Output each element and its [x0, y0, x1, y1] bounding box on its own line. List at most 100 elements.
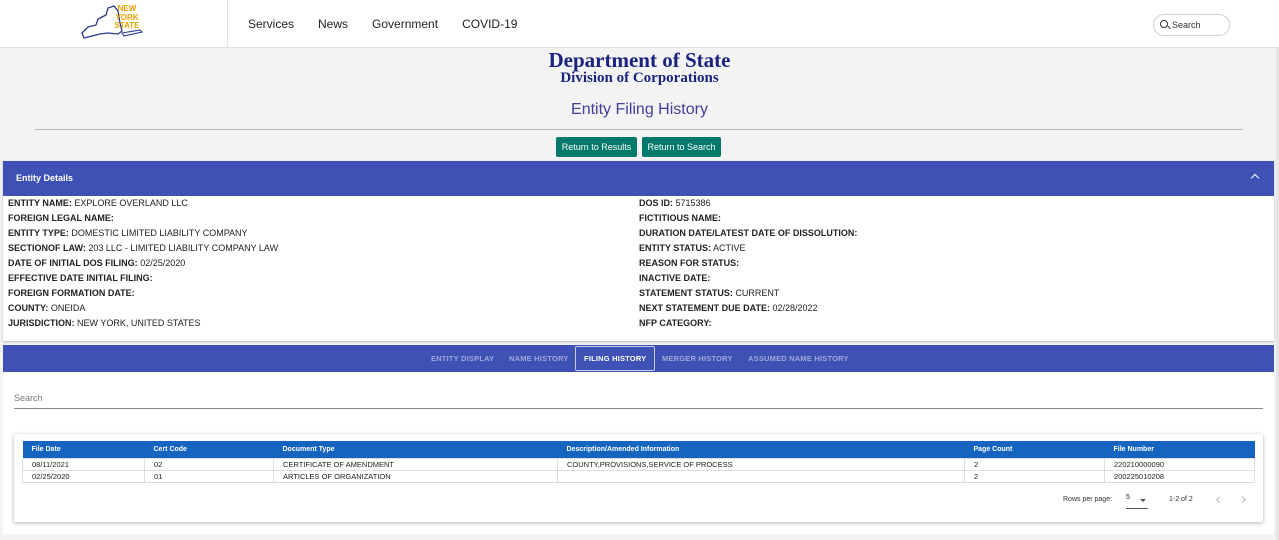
table-cell: [557, 469, 965, 483]
tab-entity-display[interactable]: ENTITY DISPLAY: [431, 345, 494, 372]
field-duration-date: DURATION DATE/LATEST DATE OF DISSOLUTION…: [639, 228, 857, 238]
return-to-results-button[interactable]: Return to Results: [556, 137, 637, 157]
field-entity-type: ENTITY TYPE: DOMESTIC LIMITED LIABILITY …: [8, 228, 248, 238]
field-value: DOMESTIC LIMITED LIABILITY COMPANY: [71, 228, 248, 238]
field-value: ACTIVE: [713, 243, 746, 253]
chevron-up-icon[interactable]: [1250, 173, 1260, 183]
field-value: 02/25/2020: [140, 258, 186, 268]
field-statement-status: STATEMENT STATUS: CURRENT: [639, 288, 779, 298]
column-header[interactable]: File Date: [22, 441, 145, 458]
field-section-of-law: SECTIONOF LAW: 203 LLC - LIMITED LIABILI…: [8, 243, 278, 253]
field-value: ONEIDA: [50, 303, 86, 313]
field-label: ENTITY STATUS:: [639, 243, 711, 253]
field-label: FICTITIOUS NAME:: [639, 213, 721, 223]
table-cell: COUNTY,PROVISIONS,SERVICE OF PROCESS: [557, 457, 965, 471]
rows-per-page-select[interactable]: 5: [1126, 494, 1148, 509]
dropdown-arrow-icon: [1140, 499, 1146, 502]
logo-line-3: STATE: [114, 21, 140, 30]
filing-history-table: File Date Cert Code Document Type Descri…: [22, 441, 1255, 483]
nav-covid-19[interactable]: COVID-19: [462, 17, 517, 31]
field-label: REASON FOR STATUS:: [639, 258, 740, 268]
tab-filing-history[interactable]: FILING HISTORY: [575, 346, 656, 371]
table-row: 02/25/2020 01 ARTICLES OF ORGANIZATION 2…: [22, 469, 1255, 483]
field-label: NFP CATEGORY:: [639, 318, 712, 328]
field-nfp-category: NFP CATEGORY:: [639, 318, 712, 328]
field-foreign-legal-name: FOREIGN LEGAL NAME:: [8, 213, 114, 223]
filing-search-placeholder: Search: [14, 393, 43, 403]
header-search-button[interactable]: Search: [1153, 14, 1230, 36]
table-cell: 08/11/2021: [22, 457, 145, 471]
field-label: DURATION DATE/LATEST DATE OF DISSOLUTION…: [639, 228, 858, 238]
page-title: Entity Filing History: [571, 101, 708, 118]
field-county: COUNTY: ONEIDA: [8, 303, 85, 313]
header-search-label: Search: [1172, 20, 1201, 30]
field-next-statement-due: NEXT STATEMENT DUE DATE: 02/28/2022: [639, 303, 818, 313]
field-inactive-date: INACTIVE DATE:: [639, 273, 710, 283]
logo-wordmark: NEW YORK STATE: [112, 4, 142, 31]
field-label: SECTIONOF LAW:: [8, 243, 86, 253]
entity-details-heading: Entity Details: [16, 173, 74, 183]
table-cell: 02: [144, 457, 274, 471]
division-title: Division of Corporations: [560, 70, 719, 86]
field-value: 5715386: [675, 198, 711, 208]
rows-per-page-label: Rows per page:: [1063, 496, 1113, 503]
column-header[interactable]: Cert Code: [144, 441, 274, 458]
column-header[interactable]: Description/Amended Information: [557, 441, 965, 458]
table-cell: 02/25/2020: [22, 469, 145, 483]
column-header[interactable]: Document Type: [273, 441, 558, 458]
search-icon: [1160, 20, 1168, 28]
field-dos-id: DOS ID: 5715386: [639, 198, 711, 208]
field-entity-name: ENTITY NAME: EXPLORE OVERLAND LLC: [8, 198, 188, 208]
field-entity-status: ENTITY STATUS: ACTIVE: [639, 243, 746, 253]
field-label: ENTITY NAME:: [8, 198, 72, 208]
rows-per-page-value: 5: [1126, 494, 1130, 501]
return-to-search-button[interactable]: Return to Search: [642, 137, 721, 157]
table-cell: 01: [144, 469, 274, 483]
field-effective-date: EFFECTIVE DATE INITIAL FILING:: [8, 273, 153, 283]
table-header-row: File Date Cert Code Document Type Descri…: [22, 441, 1255, 458]
column-header[interactable]: Page Count: [964, 441, 1105, 458]
entity-details-header[interactable]: Entity Details: [3, 161, 1274, 196]
field-value: CURRENT: [735, 288, 780, 298]
field-label: JURISDICTION:: [8, 318, 75, 328]
tab-name-history[interactable]: NAME HISTORY: [509, 345, 569, 372]
column-header[interactable]: File Number: [1104, 441, 1255, 458]
field-value: NEW YORK, UNITED STATES: [77, 318, 201, 328]
field-label: FOREIGN LEGAL NAME:: [8, 213, 114, 223]
nav-news[interactable]: News: [318, 17, 348, 31]
field-label: ENTITY TYPE:: [8, 228, 69, 238]
table-cell: CERTIFICATE OF AMENDMENT: [273, 457, 558, 471]
field-label: DATE OF INITIAL DOS FILING:: [8, 258, 138, 268]
field-value: 02/28/2022: [772, 303, 818, 313]
table-row: 08/11/2021 02 CERTIFICATE OF AMENDMENT C…: [22, 457, 1255, 471]
field-label: INACTIVE DATE:: [639, 273, 711, 283]
nav-services[interactable]: Services: [248, 17, 294, 31]
top-navigation-bar: NEW YORK STATE Services News Government …: [0, 0, 1279, 48]
field-label: EFFECTIVE DATE INITIAL FILING:: [8, 273, 153, 283]
table-cell: 220210000090: [1104, 457, 1255, 471]
tab-assumed-name-history[interactable]: ASSUMED NAME HISTORY: [748, 345, 849, 372]
field-value: 203 LLC - LIMITED LIABILITY COMPANY LAW: [88, 243, 279, 253]
table-cell: 200225010208: [1104, 469, 1255, 483]
main-nav: Services News Government COVID-19: [248, 17, 517, 31]
field-jurisdiction: JURISDICTION: NEW YORK, UNITED STATES: [8, 318, 201, 328]
entity-details-panel: Entity Details ENTITY NAME: EXPLORE OVER…: [3, 161, 1274, 341]
field-fictitious-name: FICTITIOUS NAME:: [639, 213, 721, 223]
field-label: STATEMENT STATUS:: [639, 288, 733, 298]
tab-merger-history[interactable]: MERGER HISTORY: [662, 345, 733, 372]
pagination-range: 1-2 of 2: [1169, 496, 1193, 503]
title-divider: [35, 129, 1243, 130]
field-foreign-formation-date: FOREIGN FORMATION DATE:: [8, 288, 135, 298]
field-label: FOREIGN FORMATION DATE:: [8, 288, 135, 298]
filing-search-input[interactable]: Search: [14, 393, 1263, 409]
field-reason-for-status: REASON FOR STATUS:: [639, 258, 739, 268]
field-label: COUNTY:: [8, 303, 49, 313]
table-cell: ARTICLES OF ORGANIZATION: [273, 469, 558, 483]
history-tab-bar: ENTITY DISPLAY NAME HISTORY FILING HISTO…: [3, 345, 1274, 372]
field-value: EXPLORE OVERLAND LLC: [74, 198, 188, 208]
logo-area: NEW YORK STATE: [0, 0, 228, 48]
nav-government[interactable]: Government: [372, 17, 438, 31]
table-cell: 2: [964, 457, 1105, 471]
field-label: DOS ID:: [639, 198, 674, 208]
table-cell: 2: [964, 469, 1105, 483]
